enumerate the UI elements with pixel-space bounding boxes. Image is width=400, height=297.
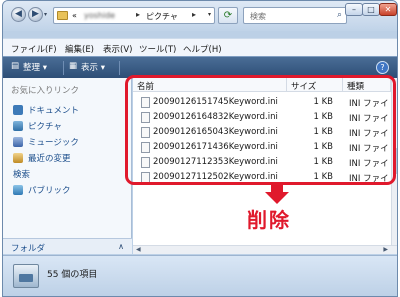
sidebar-item-label: パブリック (28, 186, 71, 196)
favorite-links-heading: お気に入りリンク (11, 86, 80, 96)
sidebar-item-public[interactable]: パブリック (13, 183, 71, 197)
documents-icon (13, 105, 23, 115)
sidebar-item-label: 最近の変更 (28, 154, 71, 164)
file-type: INI ファイ (349, 174, 389, 184)
column-header-type[interactable]: 種類 (343, 78, 391, 92)
refresh-button[interactable]: ⟳ (218, 7, 238, 24)
breadcrumb-user[interactable]: yoshide (84, 11, 115, 20)
file-type: INI ファイ (349, 114, 389, 124)
table-row[interactable]: 20090126165043Keyword.ini 1 KB INI ファイ (133, 124, 391, 140)
organize-icon[interactable]: ▤ (11, 61, 19, 71)
file-size: 1 KB (313, 97, 333, 107)
file-name: 20090126171436Keyword.ini (153, 142, 278, 152)
folders-label: フォルダ (11, 244, 46, 254)
forward-button[interactable]: ▶ (28, 7, 43, 22)
help-icon[interactable]: ? (376, 61, 389, 74)
file-size: 1 KB (313, 172, 333, 182)
menu-file[interactable]: ファイル(F) (11, 43, 57, 55)
details-pane: 55 個の項目 (3, 255, 397, 296)
column-header-name[interactable]: 名前 (133, 78, 287, 92)
menu-help[interactable]: ヘルプ(H) (183, 43, 222, 55)
organize-button[interactable]: 整理 ▾ (23, 61, 47, 73)
menu-view[interactable]: 表示(V) (103, 43, 132, 55)
command-bar: ▤ 整理 ▾ ▦ 表示 ▾ ? (3, 56, 397, 78)
folder-icon (57, 11, 68, 20)
file-type: INI ファイ (349, 99, 389, 109)
file-type: INI ファイ (349, 159, 389, 169)
folder-preview-icon (13, 264, 39, 288)
address-bar[interactable]: « yoshide ▸ ピクチャ ▸ ▾ (53, 7, 215, 24)
sidebar-item-search[interactable]: 検索 (13, 167, 263, 183)
public-icon (13, 185, 23, 195)
chevron-up-icon[interactable]: ∧ (118, 242, 124, 251)
file-size: 1 KB (313, 112, 333, 122)
toolbar-divider (63, 61, 64, 75)
close-button[interactable]: ✕ (379, 3, 397, 16)
sidebar-item-pictures[interactable]: ピクチャ (13, 119, 62, 133)
history-dropdown-icon[interactable]: ▾ (44, 11, 47, 18)
navigation-pane: お気に入りリンク ドキュメント ピクチャ ミュージック 最近の変更 検索 パブリ… (3, 78, 263, 254)
breadcrumb-separator[interactable]: ▸ (192, 10, 196, 19)
sidebar-item-recent[interactable]: 最近の変更 (13, 151, 71, 165)
recent-icon (13, 153, 23, 163)
menu-bar: ファイル(F) 編集(E) 表示(V) ツール(T) ヘルプ(H) (3, 38, 397, 56)
address-prefix[interactable]: « (72, 11, 77, 20)
table-row[interactable]: 20090126164832Keyword.ini 1 KB INI ファイ (133, 109, 391, 125)
address-dropdown-icon[interactable]: ▾ (208, 11, 211, 18)
scroll-left-icon[interactable]: ◀ (136, 246, 141, 253)
views-button[interactable]: 表示 ▾ (81, 61, 105, 73)
pictures-icon (13, 121, 23, 131)
annotation-delete-label: 削除 (247, 208, 291, 232)
sidebar-item-label: 検索 (13, 170, 31, 180)
menu-tools[interactable]: ツール(T) (139, 43, 176, 55)
table-row[interactable]: 20090126151745Keyword.ini 1 KB INI ファイ (133, 94, 391, 110)
breadcrumb-pictures[interactable]: ピクチャ (146, 11, 178, 22)
sidebar-item-label: ミュージック (28, 138, 79, 148)
file-icon (141, 142, 150, 153)
search-placeholder[interactable]: 検索 (250, 11, 266, 22)
breadcrumb-separator[interactable]: ▸ (136, 10, 140, 19)
magnifier-icon[interactable]: ⌕ (337, 10, 342, 20)
file-name: 20090126151745Keyword.ini (153, 97, 278, 107)
menu-edit[interactable]: 編集(E) (65, 43, 94, 55)
minimize-button[interactable]: – (345, 3, 363, 16)
file-icon (141, 112, 150, 123)
file-icon (141, 127, 150, 138)
file-name: 20090126164832Keyword.ini (153, 112, 278, 122)
views-icon[interactable]: ▦ (69, 61, 77, 71)
file-size: 1 KB (313, 142, 333, 152)
table-row[interactable]: 20090127112502Keyword.ini 1 KB INI ファイ (133, 169, 391, 185)
sidebar-item-documents[interactable]: ドキュメント (13, 103, 79, 117)
sidebar-item-music[interactable]: ミュージック (13, 135, 79, 149)
file-name: 20090126165043Keyword.ini (153, 127, 278, 137)
back-button[interactable]: ◀ (11, 7, 26, 22)
toolbar-divider (119, 61, 120, 75)
file-size: 1 KB (313, 127, 333, 137)
sidebar-item-label: ピクチャ (28, 122, 62, 132)
file-name: 20090127112353Keyword.ini (153, 157, 278, 167)
file-icon (141, 172, 150, 183)
file-icon (141, 157, 150, 168)
search-box[interactable]: 検索 ⌕ (243, 7, 347, 24)
scrollbar-thumb[interactable] (393, 148, 397, 174)
music-icon (13, 137, 23, 147)
maximize-button[interactable]: □ (362, 3, 380, 16)
file-type: INI ファイ (349, 144, 389, 154)
table-row[interactable]: 20090127112353Keyword.ini 1 KB INI ファイ (133, 154, 391, 170)
vertical-scrollbar[interactable] (391, 78, 397, 254)
explorer-window: ◀ ▶ ▾ « yoshide ▸ ピクチャ ▸ ▾ ⟳ 検索 ⌕ – □ ✕ … (2, 0, 398, 297)
title-bar: ◀ ▶ ▾ « yoshide ▸ ピクチャ ▸ ▾ ⟳ 検索 ⌕ – □ ✕ (3, 1, 397, 31)
column-header-size[interactable]: サイズ (287, 78, 343, 92)
table-row[interactable]: 20090126171436Keyword.ini 1 KB INI ファイ (133, 139, 391, 155)
scroll-right-icon[interactable]: ▶ (383, 246, 388, 253)
item-count: 55 個の項目 (47, 270, 98, 280)
file-icon (141, 97, 150, 108)
file-name: 20090127112502Keyword.ini (153, 172, 278, 182)
folders-toggle[interactable]: フォルダ ∧ (3, 238, 132, 254)
file-size: 1 KB (313, 157, 333, 167)
horizontal-scrollbar[interactable]: ◀ ▶ (133, 245, 397, 254)
file-type: INI ファイ (349, 129, 389, 139)
sidebar-item-label: ドキュメント (28, 106, 80, 116)
